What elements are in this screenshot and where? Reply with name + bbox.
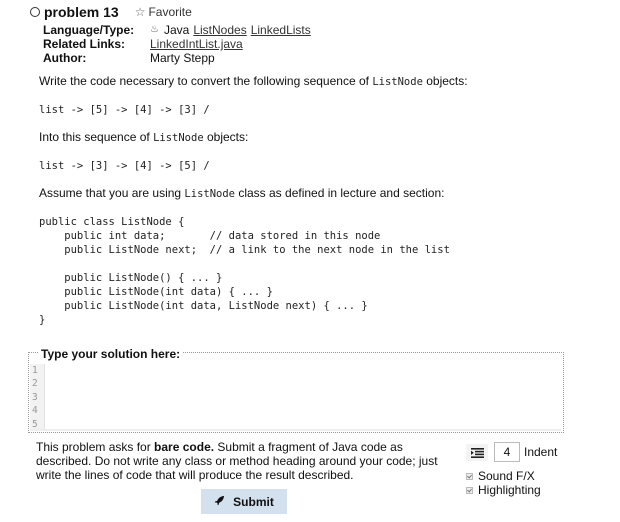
submit-label: Submit <box>233 494 274 509</box>
solution-legend: Type your solution here: <box>39 347 183 361</box>
text: Assume that you are using <box>39 186 185 200</box>
listnode-class-code: public class ListNode { public int data;… <box>39 216 450 326</box>
rocket-icon <box>214 495 225 509</box>
description-paragraph-2: Into this sequence of ListNode objects: <box>39 130 248 144</box>
text: class as defined in lecture and section: <box>235 186 445 200</box>
inline-code: ListNode <box>372 76 423 88</box>
sequence-before: list -> [5] -> [4] -> [3] / <box>39 104 210 116</box>
radio-empty-icon <box>30 7 40 17</box>
line-number: 3 <box>32 391 38 403</box>
sequence-after: list -> [3] -> [4] -> [5] / <box>39 160 210 172</box>
author-value: Marty Stepp <box>150 51 215 65</box>
language-row: Language/Type: ♨ Java ListNodes LinkedLi… <box>43 23 311 37</box>
text: Write the code necessary to convert the … <box>39 74 373 88</box>
star-outline-icon: ☆ <box>134 5 146 19</box>
highlighting-option[interactable]: Highlighting <box>466 483 541 497</box>
text: objects: <box>422 74 468 88</box>
bold-text: bare code. <box>154 440 215 454</box>
text: Into this sequence of <box>39 130 154 144</box>
line-number: 2 <box>32 378 38 390</box>
related-label: Related Links: <box>43 37 126 51</box>
line-number: 4 <box>32 405 38 417</box>
language-value: Java <box>163 23 190 37</box>
problem-header: problem 13 ☆ Favorite <box>30 3 192 21</box>
problem-title: problem 13 <box>44 4 119 20</box>
bare-code-notice: This problem asks for bare code. Submit … <box>36 440 456 482</box>
java-cup-icon: ♨ <box>150 24 159 35</box>
sound-fx-option[interactable]: Sound F/X <box>466 469 535 483</box>
highlighting-label: Highlighting <box>478 483 541 497</box>
text: objects: <box>203 130 249 144</box>
author-label: Author: <box>43 51 87 65</box>
description-paragraph-3: Assume that you are using ListNode class… <box>39 186 444 200</box>
favorite-button[interactable]: ☆ Favorite <box>135 5 192 19</box>
indent-size-input[interactable] <box>494 442 520 462</box>
line-number: 1 <box>32 365 38 376</box>
tag-link-listnodes[interactable]: ListNodes <box>193 23 246 37</box>
editor-horizontal-scrollbar[interactable] <box>30 429 561 431</box>
highlighting-checkbox[interactable] <box>466 486 473 494</box>
text: This problem asks for <box>36 440 155 454</box>
tag-link-linkedlists[interactable]: LinkedLists <box>251 23 311 37</box>
inline-code: ListNode <box>153 132 204 144</box>
language-label: Language/Type: <box>43 23 135 37</box>
related-link[interactable]: LinkedIntList.java <box>150 37 243 51</box>
related-row: Related Links: LinkedIntList.java <box>43 37 311 51</box>
indent-label: Indent <box>524 445 558 459</box>
sound-fx-checkbox[interactable] <box>466 472 473 480</box>
sound-fx-label: Sound F/X <box>478 469 535 483</box>
indent-button[interactable] <box>466 444 488 461</box>
problem-metadata: Language/Type: ♨ Java ListNodes LinkedLi… <box>43 23 311 65</box>
submit-button[interactable]: Submit <box>201 489 287 514</box>
author-row: Author: Marty Stepp <box>43 51 311 65</box>
line-number-gutter: 1 2 3 4 5 <box>30 364 45 431</box>
indent-icon <box>470 447 484 458</box>
favorite-label: Favorite <box>148 5 192 19</box>
solution-fieldset: Type your solution here: 1 2 3 4 5 <box>28 347 564 433</box>
solution-code-editor[interactable] <box>45 364 561 431</box>
description-paragraph-1: Write the code necessary to convert the … <box>39 74 468 88</box>
inline-code: ListNode <box>184 188 235 200</box>
